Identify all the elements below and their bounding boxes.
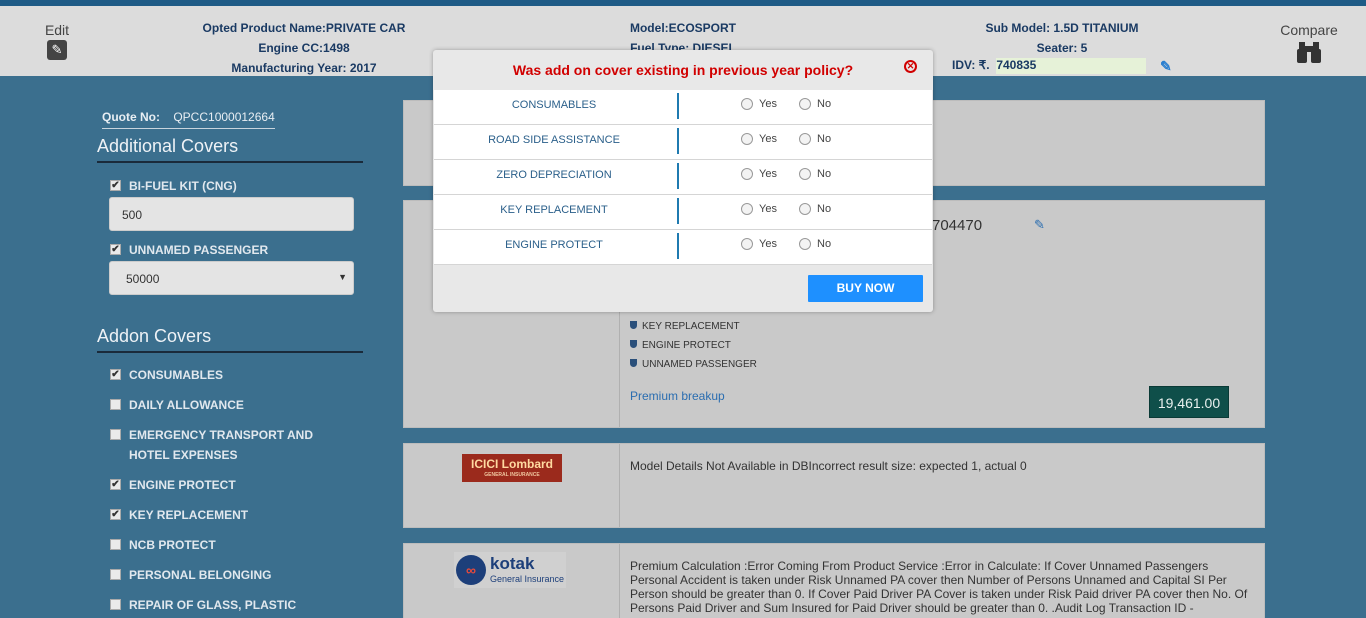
manufacturing-year: Manufacturing Year: 2017 (231, 61, 377, 75)
error-message: Model Details Not Available in DBIncorre… (630, 459, 1027, 473)
yes-radio[interactable]: Yes (741, 168, 777, 180)
close-icon[interactable]: ✕ (904, 60, 917, 73)
insurer-logo-area: ∞ kotak General Insurance (404, 544, 620, 618)
checkbox[interactable] (110, 569, 121, 580)
checkbox[interactable]: ✔ (110, 509, 121, 520)
model: Model:ECOSPORT (629, 21, 736, 35)
checkbox[interactable] (110, 399, 121, 410)
edit-button[interactable]: Edit ✎ (40, 22, 74, 60)
shield-icon (630, 321, 637, 329)
no-radio[interactable]: No (799, 133, 831, 145)
edit-label: Edit (44, 22, 70, 38)
table-row: ZERO DEPRECIATION Yes No (434, 160, 932, 195)
modal-title: Was add on cover existing in previous ye… (512, 62, 854, 78)
additional-covers-title: Additional Covers (97, 136, 363, 163)
kotak-logo: ∞ kotak General Insurance (454, 552, 566, 588)
kotak-logo-mark: ∞ (456, 555, 486, 585)
idv-value: 740835 (996, 58, 1037, 72)
product-name: Opted Product Name:PRIVATE CAR (202, 21, 406, 35)
checkbox[interactable] (110, 599, 121, 610)
additional-cover-unnamed[interactable]: ✔ UNNAMED PASSENGER (110, 240, 268, 260)
yes-radio[interactable]: Yes (741, 203, 777, 215)
binoculars-icon (1297, 42, 1321, 63)
quote-card-icici: ICICI Lombard GENERAL INSURANCE Model De… (403, 443, 1265, 528)
checkbox[interactable]: ✔ (110, 180, 121, 191)
insurer-logo-area: ICICI Lombard GENERAL INSURANCE (404, 444, 620, 527)
addon-daily-allowance[interactable]: DAILY ALLOWANCE (110, 395, 244, 415)
yes-radio[interactable]: Yes (741, 133, 777, 145)
checkbox[interactable]: ✔ (110, 479, 121, 490)
addon-repair-glass[interactable]: REPAIR OF GLASS, PLASTIC (110, 595, 296, 615)
addon-engine-protect[interactable]: ✔ ENGINE PROTECT (110, 475, 236, 495)
modal-footer: BUY NOW (433, 266, 933, 312)
cover-item: UNNAMED PASSENGER (630, 355, 757, 374)
yes-radio[interactable]: Yes (741, 238, 777, 250)
quote-label: Quote No: (102, 110, 160, 124)
idv-edit-icon[interactable]: ✎ (1160, 58, 1172, 75)
yes-radio[interactable]: Yes (741, 98, 777, 110)
checkbox[interactable] (110, 429, 121, 440)
quote-card-kotak: ∞ kotak General Insurance Premium Calcula… (403, 543, 1265, 618)
included-covers: KEY REPLACEMENT ENGINE PROTECT UNNAMED P… (630, 317, 757, 374)
sub-model: Sub Model: 1.5D TITANIUM (985, 21, 1139, 35)
addon-ncb-protect[interactable]: NCB PROTECT (110, 535, 216, 555)
shield-icon (630, 340, 637, 348)
additional-cover-bifuel[interactable]: ✔ BI-FUEL KIT (CNG) (110, 176, 237, 196)
sub-model-info: Sub Model: 1.5D TITANIUM Seater: 5 (982, 18, 1142, 58)
checkbox[interactable]: ✔ (110, 244, 121, 255)
table-row: KEY REPLACEMENT Yes No (434, 195, 932, 230)
shield-icon (630, 359, 637, 367)
icici-logo: ICICI Lombard GENERAL INSURANCE (462, 454, 562, 482)
bifuel-value-input[interactable]: 500 (109, 197, 354, 231)
addon-covers-title: Addon Covers (97, 326, 363, 353)
seater: Seater: 5 (1036, 41, 1088, 55)
quote-value: QPCC1000012664 (173, 110, 275, 124)
premium-breakup-link[interactable]: Premium breakup (630, 389, 725, 403)
cover-item: KEY REPLACEMENT (630, 317, 757, 336)
engine-cc: Engine CC:1498 (258, 41, 350, 55)
no-radio[interactable]: No (799, 203, 831, 215)
pencil-icon: ✎ (47, 40, 67, 60)
no-radio[interactable]: No (799, 98, 831, 110)
addon-question-table: CONSUMABLES Yes No ROAD SIDE ASSISTANCE … (434, 90, 932, 265)
addon-key-replacement[interactable]: ✔ KEY REPLACEMENT (110, 505, 248, 525)
policy-number: 704470 (932, 217, 983, 234)
price-button[interactable]: 19,461.00 (1149, 386, 1229, 418)
addon-personal-belonging[interactable]: PERSONAL BELONGING (110, 565, 271, 585)
table-row: CONSUMABLES Yes No (434, 90, 932, 125)
compare-button[interactable]: Compare (1276, 22, 1342, 64)
addon-emergency-transport[interactable]: EMERGENCY TRANSPORT AND HOTEL EXPENSES (110, 425, 313, 465)
unnamed-passenger-select[interactable]: 50000 ▼ (109, 261, 354, 295)
error-message: Premium Calculation :Error Coming From P… (630, 559, 1248, 615)
checkbox[interactable] (110, 539, 121, 550)
no-radio[interactable]: No (799, 238, 831, 250)
product-info: Opted Product Name:PRIVATE CAR Engine CC… (200, 18, 408, 78)
previous-policy-addon-modal: Was add on cover existing in previous ye… (433, 50, 933, 312)
table-row: ROAD SIDE ASSISTANCE Yes No (434, 125, 932, 160)
pencil-icon[interactable]: ✎ (1034, 217, 1045, 233)
idv-label: IDV: ₹. 740835 (952, 58, 1037, 72)
compare-label: Compare (1280, 22, 1338, 38)
no-radio[interactable]: No (799, 168, 831, 180)
chevron-down-icon: ▼ (338, 272, 347, 282)
buy-now-button[interactable]: BUY NOW (808, 275, 923, 302)
quote-number: Quote No: QPCC1000012664 (102, 110, 275, 129)
addon-consumables[interactable]: ✔ CONSUMABLES (110, 365, 223, 385)
cover-item: ENGINE PROTECT (630, 336, 757, 355)
checkbox[interactable]: ✔ (110, 369, 121, 380)
table-row: ENGINE PROTECT Yes No (434, 230, 932, 265)
